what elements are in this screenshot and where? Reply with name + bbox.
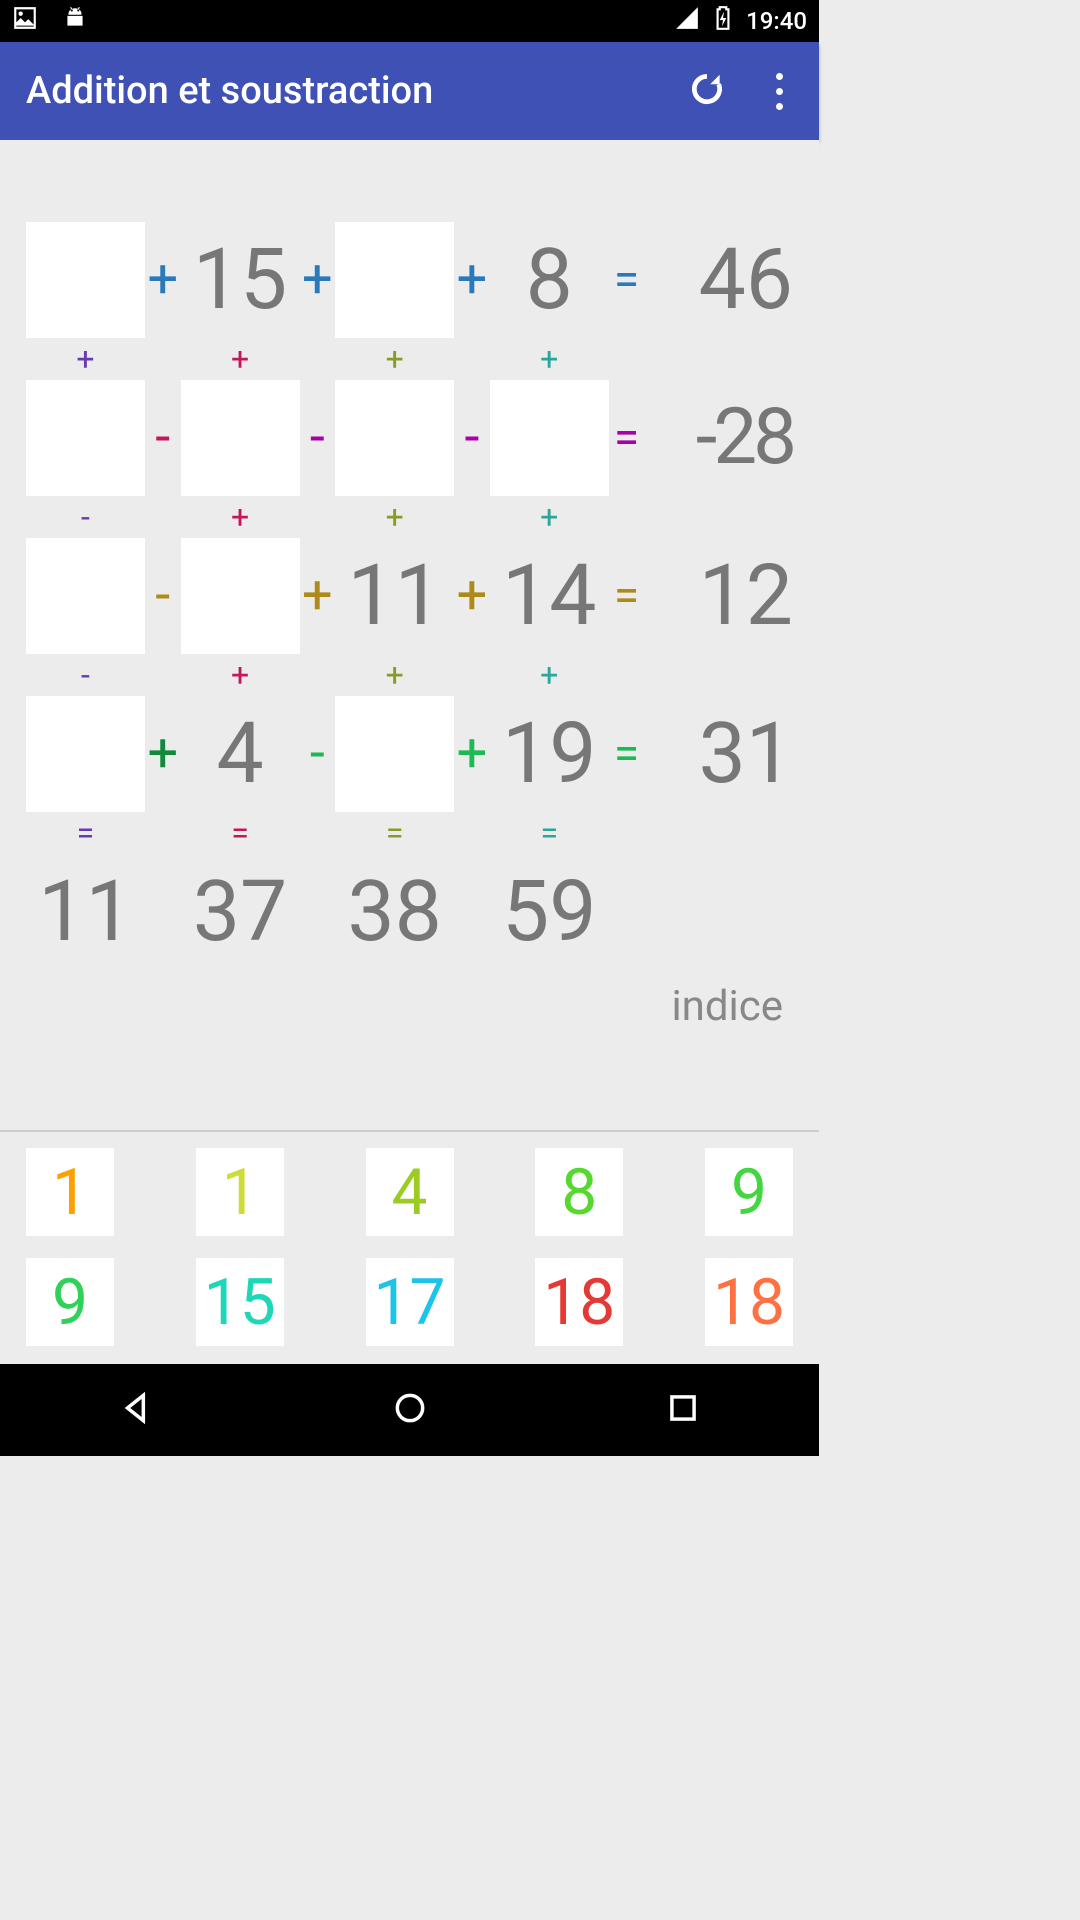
back-button[interactable] xyxy=(118,1389,156,1431)
answer-slot[interactable] xyxy=(490,380,609,496)
op-plus: + xyxy=(454,569,490,623)
equals: = xyxy=(26,817,145,849)
op-minus: - xyxy=(26,659,145,691)
recents-button[interactable] xyxy=(664,1389,702,1431)
column-result: 11 xyxy=(26,870,145,954)
op-plus: + xyxy=(300,569,336,623)
answer-slot[interactable] xyxy=(335,380,454,496)
page-title: Addition et soustraction xyxy=(26,69,658,113)
op-plus: + xyxy=(335,343,454,375)
number-tile[interactable]: 9 xyxy=(705,1148,793,1236)
refresh-button[interactable] xyxy=(688,70,726,112)
answer-slot[interactable] xyxy=(335,222,454,338)
given-number: 4 xyxy=(181,712,300,796)
equals: = xyxy=(609,257,645,303)
row-result: 46 xyxy=(644,238,793,322)
vertical-equals-row: = = = = xyxy=(26,814,793,852)
number-tile[interactable]: 1 xyxy=(196,1148,284,1236)
android-icon xyxy=(62,5,88,37)
op-plus: + xyxy=(454,727,490,781)
equation-row: + 4 - + 19 = 31 xyxy=(26,694,793,814)
answer-slot[interactable] xyxy=(26,696,145,812)
answer-slot[interactable] xyxy=(26,538,145,654)
op-plus: + xyxy=(300,253,336,307)
number-tile[interactable]: 4 xyxy=(366,1148,454,1236)
answer-slot[interactable] xyxy=(26,222,145,338)
given-number: 19 xyxy=(490,712,609,796)
vertical-ops-row: - + + + xyxy=(26,656,793,694)
op-plus: + xyxy=(181,501,300,533)
op-minus: - xyxy=(145,569,181,623)
given-number: 11 xyxy=(335,554,454,638)
gallery-icon xyxy=(12,5,38,37)
column-result: 38 xyxy=(335,870,454,954)
number-tile[interactable]: 17 xyxy=(366,1258,454,1346)
overflow-menu-button[interactable] xyxy=(766,73,793,110)
equals: = xyxy=(609,415,645,461)
equation-row: - - - = -28 xyxy=(26,378,793,498)
number-tile[interactable]: 18 xyxy=(705,1258,793,1346)
op-plus: + xyxy=(145,727,181,781)
op-plus: + xyxy=(145,253,181,307)
number-tile[interactable]: 1 xyxy=(26,1148,114,1236)
answer-slot[interactable] xyxy=(26,380,145,496)
status-time: 19:40 xyxy=(746,7,807,35)
status-bar: 19:40 xyxy=(0,0,819,42)
number-tile[interactable]: 15 xyxy=(196,1258,284,1346)
number-palette: 1 1 4 8 9 9 15 17 18 18 xyxy=(0,1130,819,1364)
column-result: 37 xyxy=(181,870,300,954)
equals: = xyxy=(490,817,609,849)
vertical-ops-row: + + + + xyxy=(26,340,793,378)
home-button[interactable] xyxy=(391,1389,429,1431)
op-plus: + xyxy=(335,659,454,691)
equation-row: + 15 + + 8 = 46 xyxy=(26,220,793,340)
equals: = xyxy=(609,573,645,619)
answer-slot[interactable] xyxy=(335,696,454,812)
op-plus: + xyxy=(335,501,454,533)
number-tile[interactable]: 8 xyxy=(535,1148,623,1236)
op-minus: - xyxy=(145,411,181,465)
vertical-ops-row: - + + + xyxy=(26,498,793,536)
equals: = xyxy=(181,817,300,849)
op-plus: + xyxy=(490,343,609,375)
op-minus: - xyxy=(300,727,336,781)
signal-icon xyxy=(674,5,700,37)
given-number: 15 xyxy=(181,238,300,322)
battery-charging-icon xyxy=(710,5,736,37)
given-number: 14 xyxy=(490,554,609,638)
op-plus: + xyxy=(181,659,300,691)
number-tile[interactable]: 18 xyxy=(535,1258,623,1346)
hint-button[interactable]: indice xyxy=(671,982,783,1031)
equation-row: - + 11 + 14 = 12 xyxy=(26,536,793,656)
equals: = xyxy=(609,731,645,777)
given-number: 8 xyxy=(490,238,609,322)
number-tile[interactable]: 9 xyxy=(26,1258,114,1346)
op-minus: - xyxy=(454,411,490,465)
puzzle-area: + 15 + + 8 = 46 + + + + - - - = -28 xyxy=(0,140,819,1130)
op-plus: + xyxy=(454,253,490,307)
op-plus: + xyxy=(490,659,609,691)
column-result: 59 xyxy=(490,870,609,954)
answer-slot[interactable] xyxy=(181,538,300,654)
equals: = xyxy=(335,817,454,849)
row-result: 12 xyxy=(644,554,793,638)
op-plus: + xyxy=(26,343,145,375)
row-result: -28 xyxy=(644,399,793,477)
row-result: 31 xyxy=(644,712,793,796)
android-nav-bar xyxy=(0,1364,819,1456)
op-minus: - xyxy=(26,501,145,533)
op-minus: - xyxy=(300,411,336,465)
answer-slot[interactable] xyxy=(181,380,300,496)
op-plus: + xyxy=(181,343,300,375)
op-plus: + xyxy=(490,501,609,533)
column-results-row: 11 37 38 59 xyxy=(26,852,793,972)
app-bar: Addition et soustraction xyxy=(0,42,819,140)
